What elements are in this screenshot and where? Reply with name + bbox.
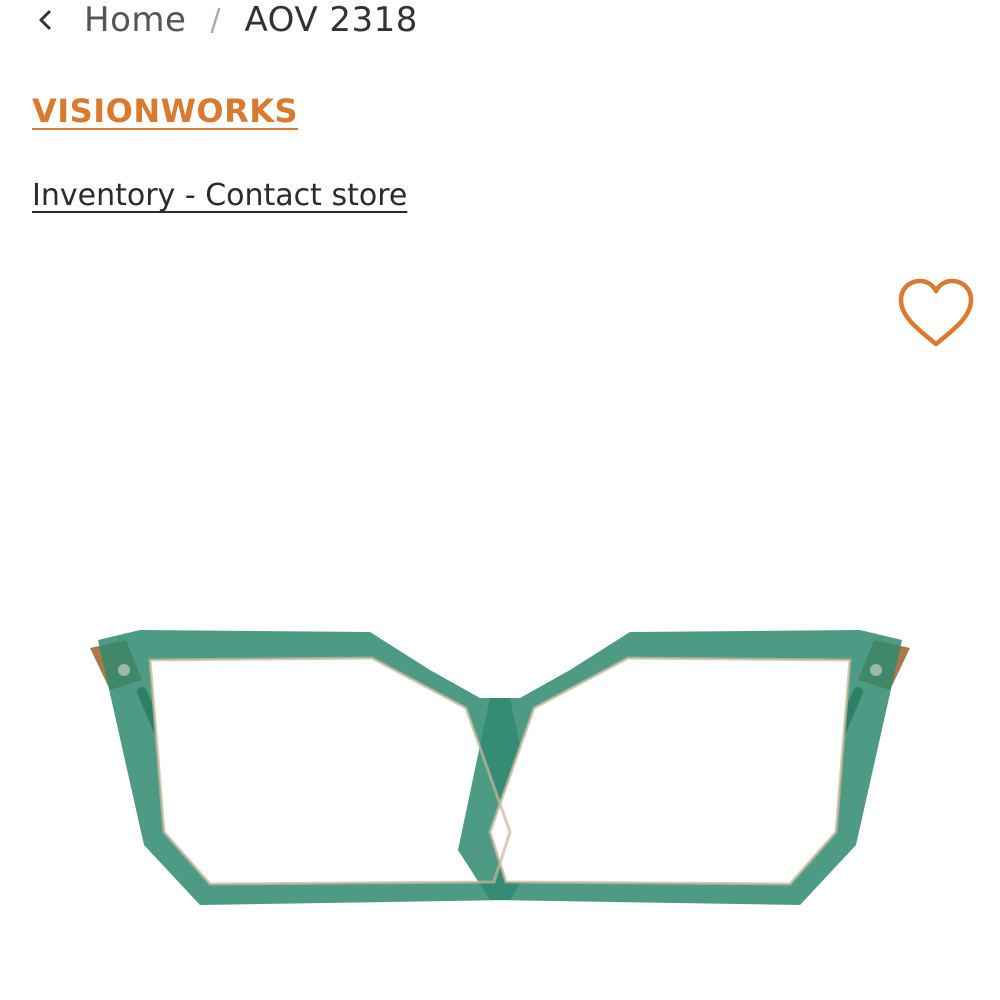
product-image xyxy=(80,600,920,940)
breadcrumb: Home / AOV 2318 xyxy=(34,0,418,40)
breadcrumb-home-link[interactable]: Home xyxy=(84,0,186,40)
inventory-contact-store-link[interactable]: Inventory - Contact store xyxy=(32,178,407,213)
heart-outline-icon xyxy=(898,278,974,347)
brand-link[interactable]: VISIONWORKS xyxy=(32,92,298,130)
breadcrumb-current: AOV 2318 xyxy=(244,0,418,40)
breadcrumb-separator: / xyxy=(210,2,221,38)
chevron-left-icon[interactable] xyxy=(34,8,58,32)
favorite-button[interactable] xyxy=(896,276,976,350)
eyeglasses-image xyxy=(90,630,910,905)
